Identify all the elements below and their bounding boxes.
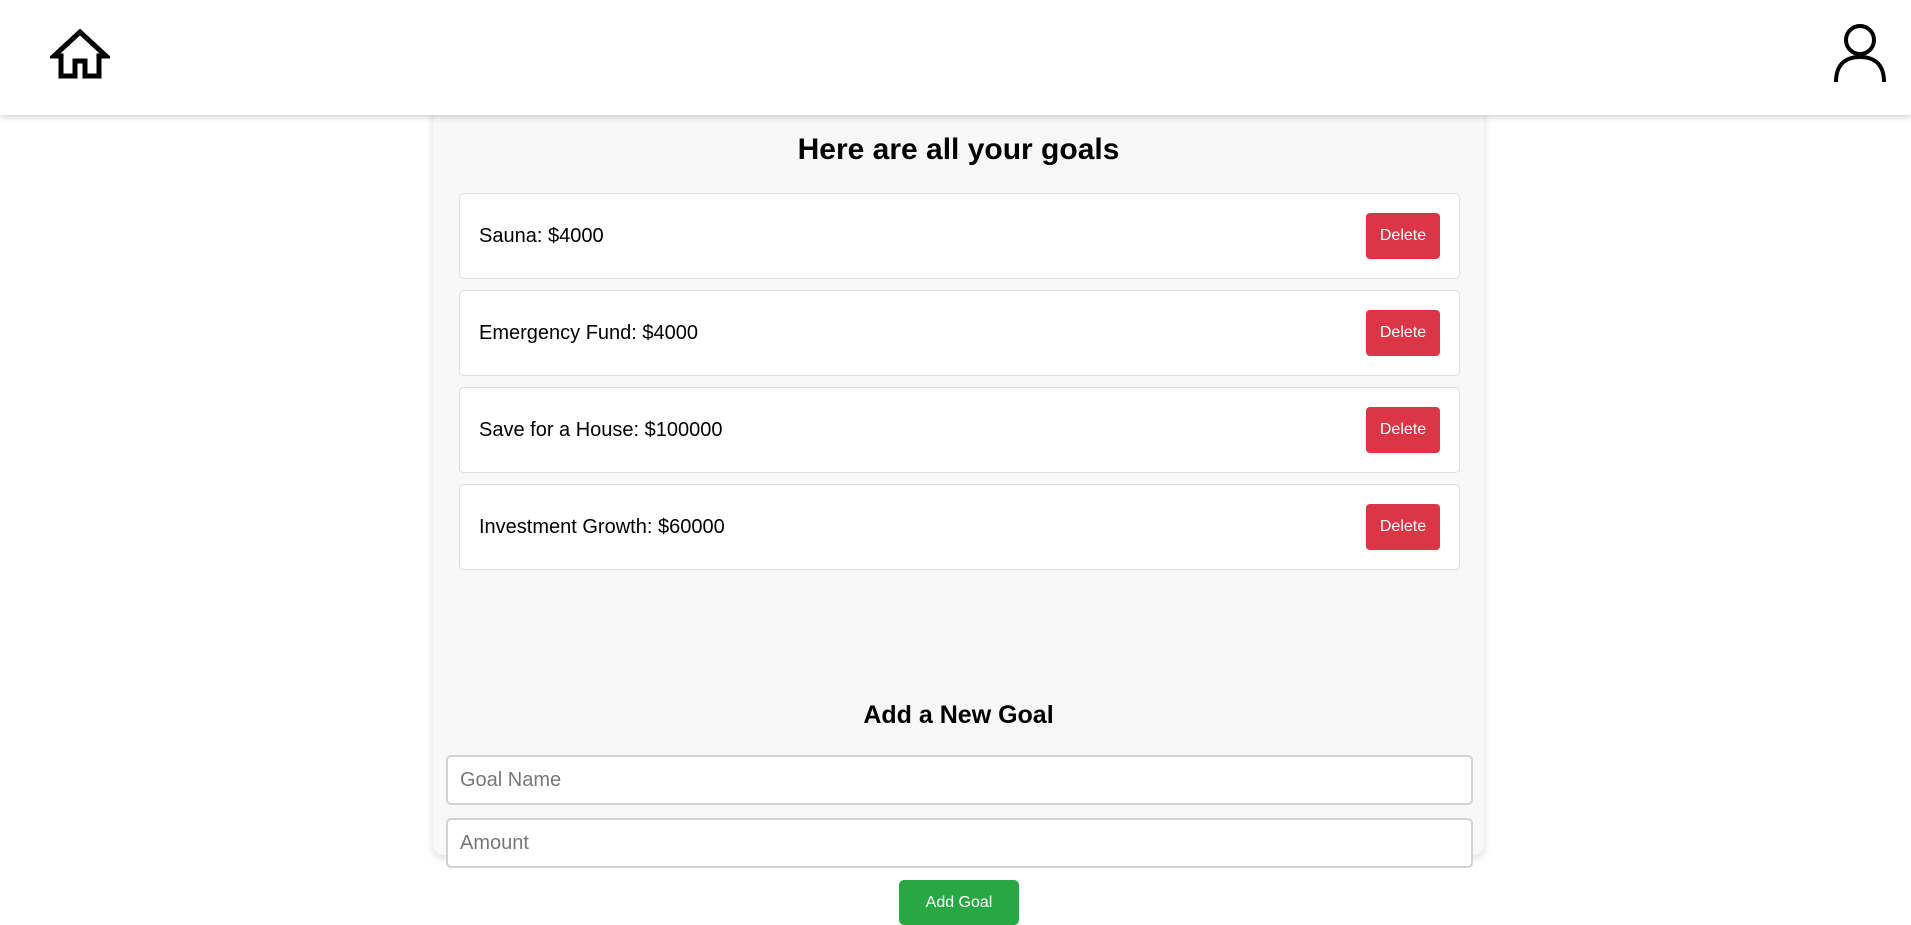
add-goal-title: Add a New Goal — [863, 701, 1054, 729]
goal-text: Investment Growth: $60000 — [479, 516, 725, 538]
goal-item: Sauna: $4000 Delete — [459, 193, 1460, 279]
goal-item: Emergency Fund: $4000 Delete — [459, 290, 1460, 376]
delete-goal-button[interactable]: Delete — [1366, 407, 1440, 453]
goal-text: Sauna: $4000 — [479, 225, 604, 247]
goals-title: Here are all your goals — [797, 133, 1120, 166]
goal-item: Investment Growth: $60000 Delete — [459, 484, 1460, 570]
user-profile-icon[interactable] — [1832, 22, 1888, 84]
top-navigation-bar — [0, 0, 1911, 115]
goal-item: Save for a House: $100000 Delete — [459, 387, 1460, 473]
goal-text: Emergency Fund: $4000 — [479, 322, 699, 344]
home-icon[interactable] — [47, 28, 113, 80]
add-goal-button[interactable]: Add Goal — [899, 880, 1019, 925]
goal-text: Save for a House: $100000 — [479, 419, 723, 441]
goal-name-input[interactable] — [446, 755, 1473, 805]
goal-list: Sauna: $4000 Delete Emergency Fund: $400… — [459, 193, 1460, 581]
amount-input[interactable] — [446, 818, 1473, 868]
delete-goal-button[interactable]: Delete — [1366, 213, 1440, 259]
delete-goal-button[interactable]: Delete — [1366, 504, 1440, 550]
delete-goal-button[interactable]: Delete — [1366, 310, 1440, 356]
goals-card: Here are all your goals Sauna: $4000 Del… — [433, 95, 1484, 925]
